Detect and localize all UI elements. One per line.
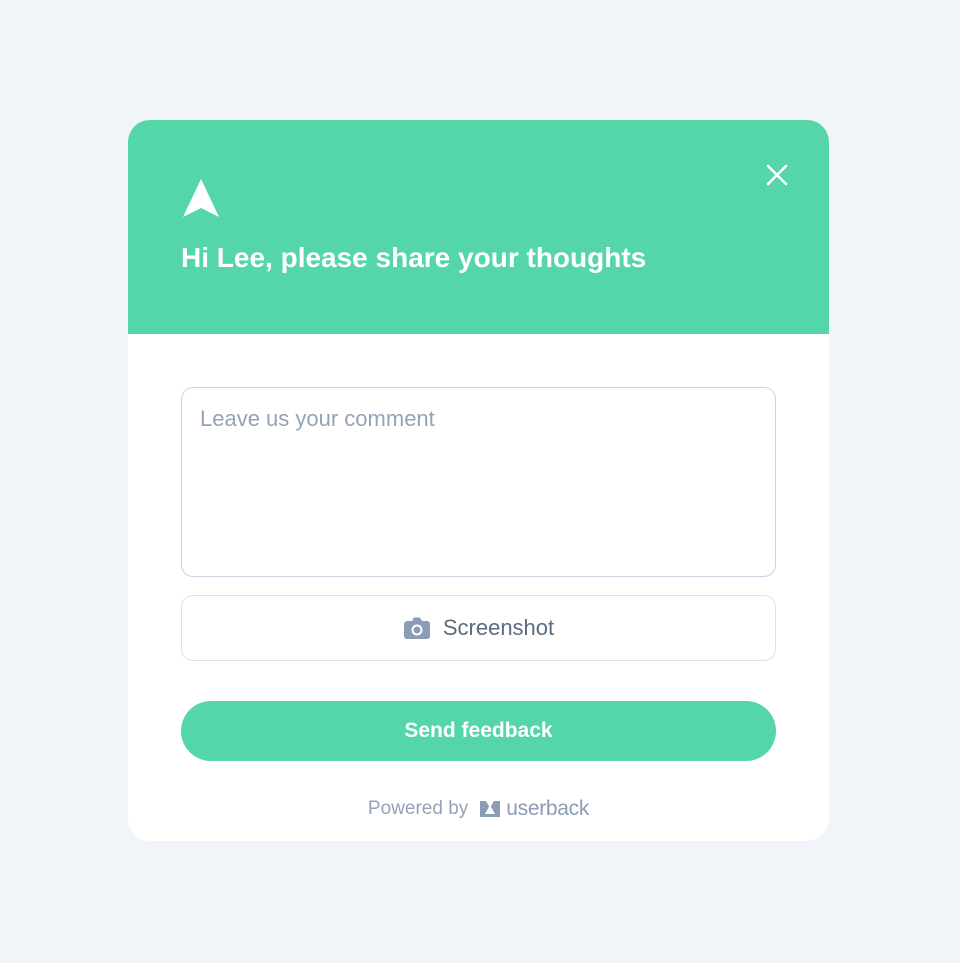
widget-header: Hi Lee, please share your thoughts [128, 120, 829, 334]
close-button[interactable] [761, 159, 793, 191]
comment-input[interactable] [181, 387, 776, 577]
screenshot-button[interactable]: Screenshot [181, 595, 776, 661]
userback-logo-icon [480, 801, 501, 817]
arrow-up-icon [183, 179, 219, 217]
powered-by-footer: Powered by userback [128, 794, 829, 824]
close-icon [766, 164, 788, 186]
powered-by-text: Powered by [367, 798, 469, 819]
userback-link[interactable]: userback [478, 797, 589, 821]
userback-brand-name: userback [506, 797, 590, 820]
send-feedback-button[interactable]: Send feedback [181, 701, 776, 761]
widget-title: Hi Lee, please share your thoughts [181, 242, 647, 273]
screenshot-label: Screenshot [442, 615, 555, 640]
send-feedback-label: Send feedback [404, 719, 553, 742]
feedback-widget: Hi Lee, please share your thoughts Scree… [128, 120, 829, 841]
camera-icon [403, 617, 430, 639]
